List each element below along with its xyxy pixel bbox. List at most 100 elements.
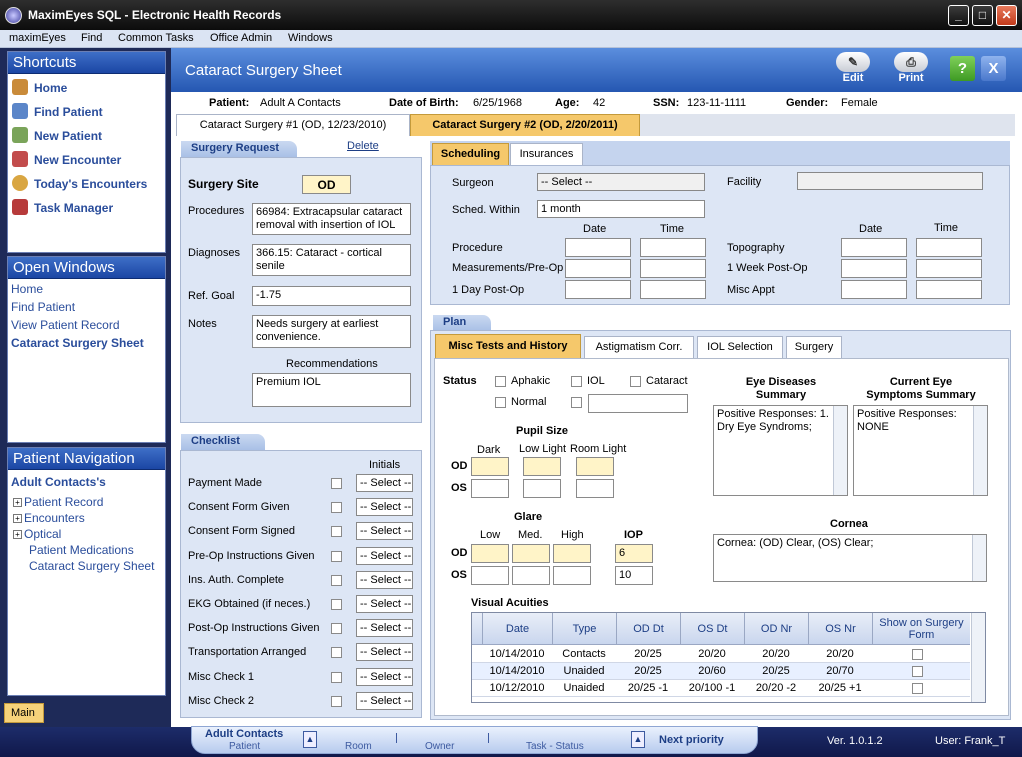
tab-surgery-1[interactable]: Cataract Surgery #1 (OD, 12/23/2010): [176, 114, 410, 136]
glare-od-low[interactable]: [471, 544, 509, 563]
open-window-find-patient[interactable]: Find Patient: [11, 300, 75, 314]
shortcut-todays-encounters[interactable]: Today's Encounters: [12, 175, 147, 191]
tab-astigmatism[interactable]: Astigmatism Corr.: [584, 336, 694, 358]
tab-scheduling[interactable]: Scheduling: [432, 143, 509, 165]
tab-insurances[interactable]: Insurances: [510, 143, 583, 165]
menu-maximeyes[interactable]: maximEyes: [9, 32, 66, 44]
pupil-od-room[interactable]: [576, 457, 614, 476]
eye-symptoms-scrollbar[interactable]: [973, 406, 987, 495]
checklist-initials-select[interactable]: -- Select --: [356, 691, 413, 710]
edit-button[interactable]: ✎ Edit: [833, 52, 873, 88]
checklist-item-checkbox[interactable]: [331, 695, 342, 707]
expand-icon[interactable]: +: [13, 498, 22, 507]
pupil-od-dark[interactable]: [471, 457, 509, 476]
va-column-header[interactable]: OD Nr: [744, 613, 808, 645]
eye-diseases-field[interactable]: Positive Responses: 1. Dry Eye Syndroms;: [713, 405, 848, 496]
print-button[interactable]: ⎙ Print: [891, 52, 931, 88]
help-button[interactable]: ?: [950, 56, 975, 81]
checklist-initials-select[interactable]: -- Select --: [356, 667, 413, 686]
schedule-date-time-field[interactable]: [916, 280, 982, 299]
minimize-button[interactable]: _: [948, 5, 969, 26]
checklist-item-checkbox[interactable]: [331, 550, 342, 562]
patient-up-icon[interactable]: ▲: [303, 731, 317, 748]
status-patient-name[interactable]: Adult Contacts: [205, 728, 283, 740]
va-column-header[interactable]: Type: [552, 613, 616, 645]
patient-nav-medications[interactable]: Patient Medications: [29, 543, 134, 557]
iol-checkbox[interactable]: [571, 376, 582, 387]
delete-link[interactable]: Delete: [347, 140, 379, 152]
expand-icon[interactable]: +: [13, 514, 22, 523]
schedule-date-time-field[interactable]: [565, 259, 631, 278]
iop-os-field[interactable]: 10: [615, 566, 653, 585]
schedule-date-time-field[interactable]: [916, 238, 982, 257]
patient-nav-cataract-surgery-sheet[interactable]: Cataract Surgery Sheet: [29, 559, 154, 573]
checklist-initials-select[interactable]: -- Select --: [356, 546, 413, 565]
recommendations-field[interactable]: Premium IOL: [252, 373, 411, 407]
va-column-header[interactable]: OS Nr: [808, 613, 872, 645]
next-priority-up-icon[interactable]: ▲: [631, 731, 645, 748]
tab-misc-tests[interactable]: Misc Tests and History: [435, 334, 581, 358]
va-table-scrollbar[interactable]: [971, 613, 985, 702]
va-column-header[interactable]: OD Dt: [616, 613, 680, 645]
iop-od-field[interactable]: 6: [615, 544, 653, 563]
va-column-header[interactable]: Date: [482, 613, 552, 645]
patient-nav-encounters[interactable]: + Encounters: [13, 511, 85, 525]
open-window-cataract-surgery-sheet[interactable]: Cataract Surgery Sheet: [11, 336, 144, 350]
close-sheet-button[interactable]: X: [981, 56, 1006, 81]
schedule-date-time-field[interactable]: [841, 238, 907, 257]
patient-nav-root[interactable]: Adult Contacts's: [11, 475, 106, 489]
surgeon-select[interactable]: -- Select --: [537, 173, 705, 191]
show-on-surgery-form-checkbox[interactable]: [912, 649, 923, 660]
tab-surgery[interactable]: Surgery: [786, 336, 842, 358]
checklist-initials-select[interactable]: -- Select --: [356, 498, 413, 517]
cataract-checkbox[interactable]: [630, 376, 641, 387]
other-status-checkbox[interactable]: [571, 397, 582, 408]
schedule-date-time-field[interactable]: [916, 259, 982, 278]
patient-nav-patient-record[interactable]: + Patient Record: [13, 495, 103, 509]
show-on-surgery-form-checkbox[interactable]: [912, 666, 923, 677]
maximize-button[interactable]: □: [972, 5, 993, 26]
glare-od-high[interactable]: [553, 544, 591, 563]
glare-os-med[interactable]: [512, 566, 550, 585]
checklist-item-checkbox[interactable]: [331, 478, 342, 489]
checklist-item-checkbox[interactable]: [331, 647, 342, 659]
shortcut-find-patient[interactable]: Find Patient: [12, 103, 103, 119]
checklist-initials-select[interactable]: -- Select --: [356, 595, 413, 613]
glare-os-low[interactable]: [471, 566, 509, 585]
open-window-view-patient-record[interactable]: View Patient Record: [11, 318, 120, 332]
checklist-item-checkbox[interactable]: [331, 671, 342, 683]
pupil-os-low[interactable]: [523, 479, 561, 498]
checklist-item-checkbox[interactable]: [331, 502, 342, 514]
other-status-field[interactable]: [588, 394, 688, 413]
eye-diseases-scrollbar[interactable]: [833, 406, 847, 495]
menu-common-tasks[interactable]: Common Tasks: [118, 32, 194, 44]
schedule-date-time-field[interactable]: [565, 280, 631, 299]
aphakic-checkbox[interactable]: [495, 376, 506, 387]
schedule-date-time-field[interactable]: [640, 259, 706, 278]
facility-select[interactable]: [797, 172, 983, 190]
checklist-item-checkbox[interactable]: [331, 623, 342, 635]
sched-within-field[interactable]: 1 month: [537, 200, 705, 218]
open-window-home[interactable]: Home: [11, 282, 43, 296]
cornea-scrollbar[interactable]: [972, 535, 986, 581]
menu-find[interactable]: Find: [81, 32, 102, 44]
schedule-date-time-field[interactable]: [640, 280, 706, 299]
checklist-initials-select[interactable]: -- Select --: [356, 619, 413, 638]
close-window-button[interactable]: ✕: [996, 5, 1017, 26]
checklist-initials-select[interactable]: -- Select --: [356, 643, 413, 662]
pupil-od-low[interactable]: [523, 457, 561, 476]
shortcut-home[interactable]: Home: [12, 79, 67, 95]
va-column-header[interactable]: Show on Surgery Form: [872, 613, 970, 645]
main-tab[interactable]: Main: [4, 703, 44, 723]
tab-iol-selection[interactable]: IOL Selection: [697, 336, 783, 358]
surgery-site-field[interactable]: OD: [302, 175, 351, 194]
schedule-date-time-field[interactable]: [640, 238, 706, 257]
schedule-date-time-field[interactable]: [841, 259, 907, 278]
shortcut-new-encounter[interactable]: New Encounter: [12, 151, 121, 167]
normal-checkbox[interactable]: [495, 397, 506, 408]
checklist-item-checkbox[interactable]: [331, 599, 342, 610]
schedule-date-time-field[interactable]: [841, 280, 907, 299]
cornea-field[interactable]: Cornea: (OD) Clear, (OS) Clear;: [713, 534, 987, 582]
procedures-field[interactable]: 66984: Extracapsular cataract removal wi…: [252, 203, 411, 235]
shortcut-task-manager[interactable]: Task Manager: [12, 199, 113, 215]
